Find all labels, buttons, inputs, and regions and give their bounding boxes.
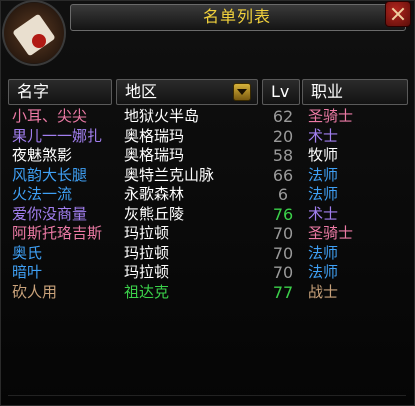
player-class: 法师 — [308, 185, 339, 203]
column-header-class[interactable]: 职业 — [302, 79, 408, 105]
player-region: 奥格瑞玛 — [124, 146, 185, 164]
player-name: 砍人用 — [12, 282, 58, 301]
list-item[interactable]: 爱你没商量 灰熊丘陵 76 术士 — [0, 205, 413, 225]
player-class: 法师 — [308, 263, 339, 281]
player-name: 阿斯托珞吉斯 — [12, 224, 103, 242]
player-name: 风韵大长腿 — [12, 165, 88, 184]
column-header-level[interactable]: Lv — [262, 79, 300, 105]
divider — [8, 395, 406, 396]
player-region: 奥格瑞玛 — [124, 126, 185, 145]
region-dropdown[interactable]: 地区 — [116, 79, 258, 105]
list-item[interactable]: 果儿一一娜扎 奥格瑞玛 20 术士 — [0, 127, 413, 147]
player-class: 牧师 — [308, 146, 339, 164]
player-level: 76 — [272, 204, 294, 224]
region-dropdown-label: 地区 — [125, 82, 158, 101]
player-name: 小耳、尖尖 — [12, 107, 88, 125]
player-region: 奥特兰克山脉 — [124, 165, 215, 184]
player-level: 70 — [272, 224, 294, 243]
player-level: 58 — [272, 146, 294, 165]
list-item[interactable]: 火法一流 永歌森林 6 法师 — [0, 185, 413, 205]
player-class: 圣骑士 — [308, 107, 354, 125]
player-level: 70 — [272, 263, 294, 282]
list-item[interactable]: 阿斯托珞吉斯 玛拉顿 70 圣骑士 — [0, 224, 413, 244]
player-region: 玛拉顿 — [124, 263, 170, 281]
player-level: 70 — [272, 243, 294, 263]
player-class: 法师 — [308, 165, 339, 184]
player-class: 战士 — [308, 282, 339, 301]
player-name: 爱你没商量 — [12, 204, 88, 223]
player-region: 灰熊丘陵 — [124, 204, 185, 223]
dropdown-arrow-icon[interactable] — [233, 83, 251, 101]
roster-list: 小耳、尖尖 地狱火半岛 62 圣骑士 果儿一一娜扎 奥格瑞玛 20 术士 夜魅煞影 奥格瑞玛 58 牧… — [0, 107, 413, 302]
list-item[interactable]: 暗叶 玛拉顿 70 法师 — [0, 263, 413, 283]
player-level: 66 — [272, 165, 294, 185]
list-item[interactable]: 夜魅煞影 奥格瑞玛 58 牧师 — [0, 146, 413, 166]
player-level: 6 — [277, 185, 289, 204]
player-class: 法师 — [308, 243, 339, 262]
column-header-class-label: 职业 — [311, 82, 344, 101]
player-class: 术士 — [308, 204, 339, 223]
close-button[interactable] — [385, 1, 411, 27]
player-region: 永歌森林 — [124, 185, 185, 203]
player-name: 夜魅煞影 — [12, 146, 73, 164]
scroll-icon — [2, 0, 66, 66]
list-item[interactable]: 砍人用 祖达克 77 战士 — [0, 283, 413, 303]
player-name: 暗叶 — [12, 263, 43, 281]
list-item[interactable]: 风韵大长腿 奥特兰克山脉 66 法师 — [0, 166, 413, 186]
player-level: 20 — [272, 126, 294, 146]
list-item[interactable]: 奥氏 玛拉顿 70 法师 — [0, 244, 413, 264]
player-region: 玛拉顿 — [124, 243, 170, 262]
column-header-name[interactable]: 名字 — [8, 79, 112, 105]
column-header-name-label: 名字 — [17, 82, 50, 101]
player-class: 圣骑士 — [308, 224, 354, 242]
player-region: 地狱火半岛 — [124, 107, 200, 125]
player-class: 术士 — [308, 126, 339, 145]
player-name: 奥氏 — [12, 243, 43, 262]
player-level: 77 — [272, 282, 294, 302]
list-item[interactable]: 小耳、尖尖 地狱火半岛 62 圣骑士 — [0, 107, 413, 127]
window-title: 名单列表 — [202, 7, 271, 26]
player-level: 62 — [272, 107, 294, 126]
player-name: 果儿一一娜扎 — [12, 126, 103, 145]
wax-seal-shape — [32, 34, 46, 48]
player-region: 玛拉顿 — [124, 224, 170, 242]
player-name: 火法一流 — [12, 185, 73, 203]
column-header-level-label: Lv — [271, 82, 290, 101]
player-region: 祖达克 — [124, 282, 170, 301]
